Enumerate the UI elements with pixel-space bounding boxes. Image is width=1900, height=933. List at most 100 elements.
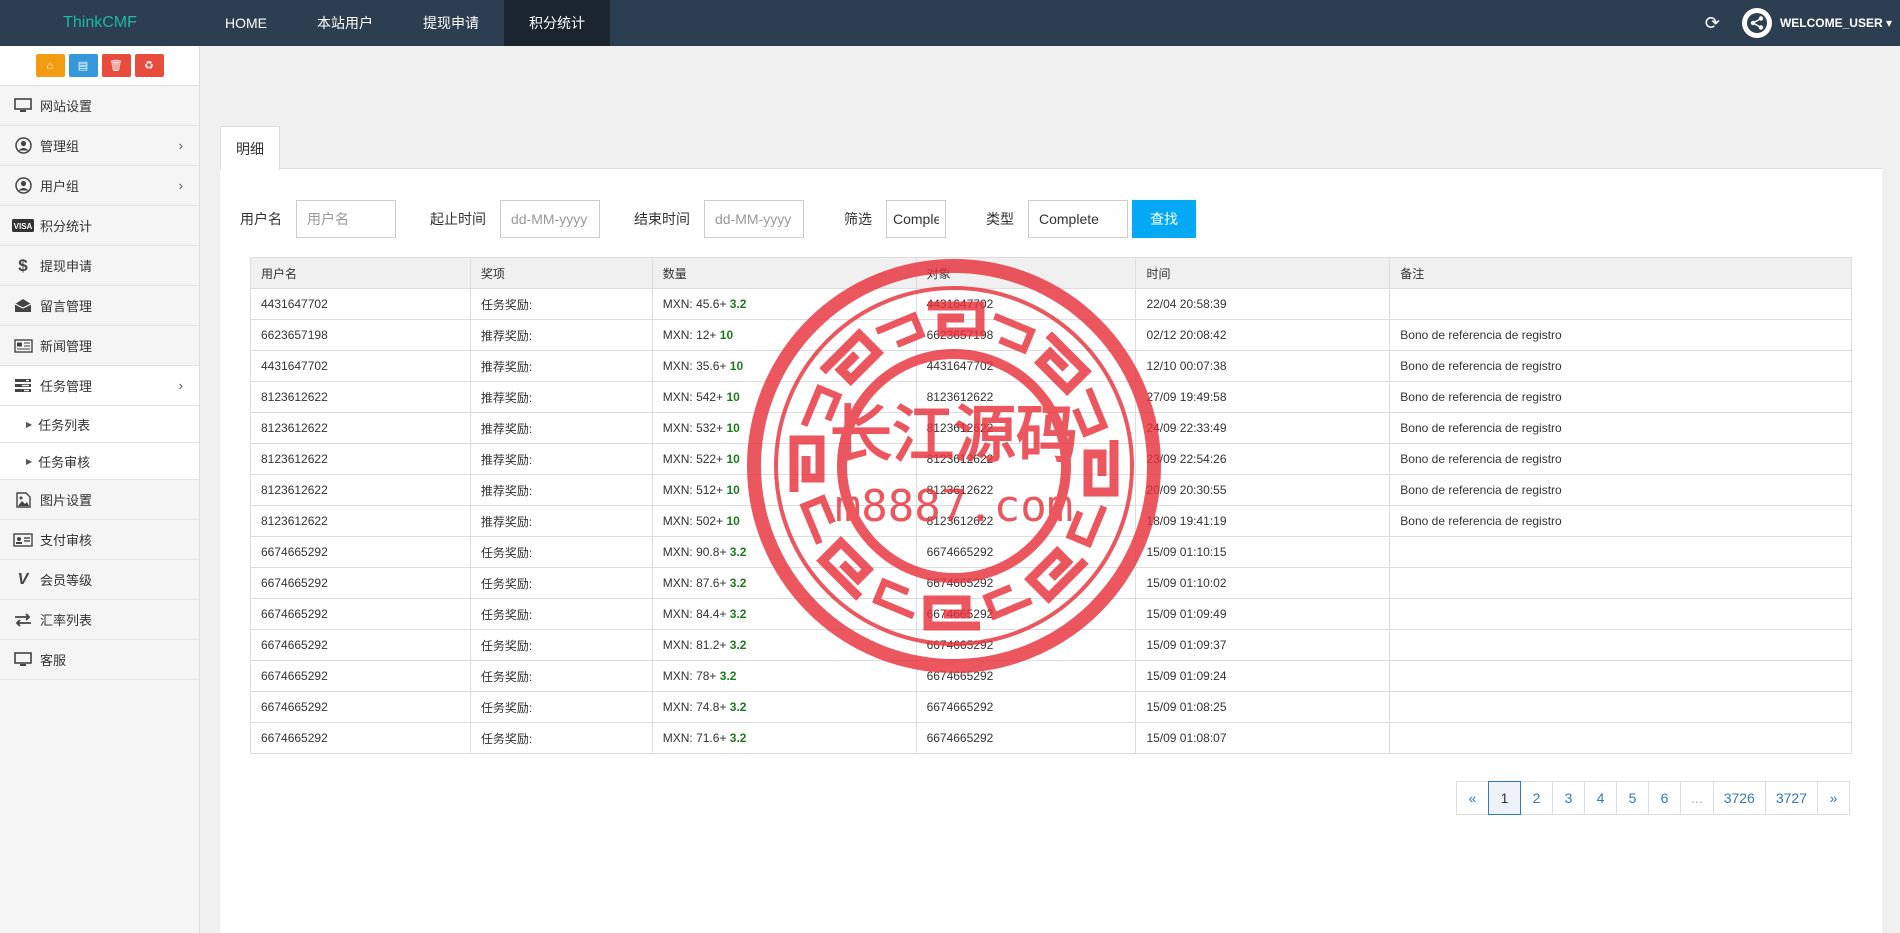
cell-amount: MXN: 71.6+ 3.2 <box>651 722 917 754</box>
amount-bonus: 3.2 <box>729 638 747 652</box>
search-button[interactable]: 查找 <box>1132 200 1196 238</box>
sidebar-subitem-task-review[interactable]: ▶ 任务审核 <box>0 443 199 480</box>
cell-target: 8123612622 <box>915 505 1137 537</box>
sidebar-subitem-task-list[interactable]: ▶ 任务列表 <box>0 406 199 443</box>
cell-amount: MXN: 78+ 3.2 <box>651 660 917 692</box>
cell-reward: 任务奖励: <box>469 288 653 320</box>
user-menu[interactable]: WELCOME_USER ▾ <box>1780 16 1892 30</box>
column-header[interactable]: 用户名 <box>250 257 471 289</box>
nav-points-stats[interactable]: 积分统计 <box>504 0 610 46</box>
amount-base: MXN: 502+ <box>662 514 724 528</box>
page-button[interactable]: 1 <box>1488 781 1522 815</box>
file-shortcut-button[interactable]: ▤ <box>68 54 98 77</box>
nav-site-users[interactable]: 本站用户 <box>292 0 398 46</box>
cell-amount: MXN: 502+ 10 <box>651 505 917 537</box>
page-button[interactable]: 5 <box>1616 781 1650 815</box>
column-header[interactable]: 数量 <box>651 257 917 289</box>
filter-select[interactable] <box>886 200 946 238</box>
cell-time: 24/09 22:33:49 <box>1135 412 1391 444</box>
sidebar-item-task-management[interactable]: 任务管理 › <box>0 366 199 406</box>
cell-username: 8123612622 <box>250 412 471 444</box>
home-shortcut-button[interactable]: ⌂ <box>35 54 65 77</box>
column-header[interactable]: 时间 <box>1135 257 1391 289</box>
table-row: 6674665292 任务奖励: MXN: 71.6+ 3.2 6674665292 1… <box>250 722 1852 754</box>
column-header[interactable]: 对象 <box>915 257 1137 289</box>
cell-target: 6623657198 <box>915 319 1137 351</box>
cell-username: 6674665292 <box>250 629 471 661</box>
page-ellipsis: ... <box>1680 781 1714 815</box>
page-button[interactable]: 3 <box>1552 781 1586 815</box>
amount-base: MXN: 522+ <box>662 452 724 466</box>
recycle-icon: ♻ <box>144 60 154 72</box>
refresh-icon[interactable]: ⟳ <box>1705 13 1720 34</box>
welcome-label: WELCOME_USER <box>1779 16 1883 30</box>
sidebar-item-exchange-rates[interactable]: 汇率列表 <box>0 600 199 640</box>
chevron-right-icon: › <box>178 178 183 193</box>
cell-time: 02/12 20:08:42 <box>1135 319 1391 351</box>
cell-target: 8123612622 <box>915 381 1137 413</box>
column-header[interactable]: 奖项 <box>469 257 653 289</box>
cell-reward: 任务奖励: <box>469 598 653 630</box>
nav-home[interactable]: HOME <box>200 0 292 46</box>
sidebar-item-points-stats[interactable]: VISA 积分统计 <box>0 206 199 246</box>
avatar[interactable] <box>1741 8 1772 38</box>
page-button[interactable]: 2 <box>1520 781 1554 815</box>
start-time-label: 起止时间 <box>430 211 486 227</box>
sidebar-item-news[interactable]: 新闻管理 <box>0 326 199 366</box>
next-page-button[interactable]: » <box>1817 781 1850 815</box>
sidebar-item-label: 会员等级 <box>40 573 93 588</box>
main-nav: HOME 本站用户 提现申请 积分统计 <box>200 0 610 46</box>
nav-withdraw-requests[interactable]: 提现申请 <box>398 0 504 46</box>
recycle-shortcut-button[interactable]: ♻ <box>134 54 164 77</box>
page-button[interactable]: 3727 <box>1764 781 1818 815</box>
trash-icon: 🗑 <box>109 60 123 72</box>
sidebar-item-label: 管理组 <box>40 139 80 154</box>
table-row: 8123612622 推荐奖励: MXN: 522+ 10 8123612622 23/… <box>250 443 1852 475</box>
sidebar-item-user-group[interactable]: 用户组 › <box>0 166 199 206</box>
tab-details[interactable]: 明细 <box>220 126 280 170</box>
cell-reward: 任务奖励: <box>469 629 653 661</box>
cell-reward: 推荐奖励: <box>469 319 653 351</box>
caret-right-icon: ▶ <box>26 456 33 466</box>
cell-time: 15/09 01:09:37 <box>1135 629 1391 661</box>
sidebar-item-label: 客服 <box>40 653 67 668</box>
table-header-row: 用户名 奖项 数量 对象 时间 备注 <box>250 257 1852 289</box>
amount-bonus: 10 <box>729 359 744 373</box>
cell-amount: MXN: 90.8+ 3.2 <box>651 536 917 568</box>
amount-bonus: 3.2 <box>729 576 747 590</box>
sidebar-item-site-settings[interactable]: 网站设置 <box>0 86 199 126</box>
cell-reward: 任务奖励: <box>469 536 653 568</box>
cell-reward: 推荐奖励: <box>469 381 653 413</box>
amount-bonus: 10 <box>719 328 734 342</box>
page-button[interactable]: 3726 <box>1712 781 1766 815</box>
vine-icon: V <box>17 570 29 588</box>
sidebar-item-customer-service[interactable]: 客服 <box>0 640 199 680</box>
sidebar-item-image-settings[interactable]: 图片设置 <box>0 480 199 520</box>
user-circle-icon <box>12 177 34 194</box>
sidebar-item-withdraw[interactable]: $ 提现申请 <box>0 246 199 286</box>
sidebar-item-label: 网站设置 <box>40 99 93 114</box>
column-header[interactable]: 备注 <box>1389 257 1852 289</box>
start-date-input[interactable] <box>500 200 600 238</box>
brand-logo[interactable]: ThinkCMF <box>0 0 200 46</box>
end-date-input[interactable] <box>704 200 804 238</box>
sidebar-item-messages[interactable]: 留言管理 <box>0 286 199 326</box>
sidebar-item-label: 新闻管理 <box>40 339 93 354</box>
type-select[interactable] <box>1028 200 1128 238</box>
page-button[interactable]: 6 <box>1648 781 1682 815</box>
table-row: 8123612622 推荐奖励: MXN: 512+ 10 8123612622 20/… <box>250 474 1852 506</box>
cell-reward: 任务奖励: <box>469 722 653 754</box>
username-input[interactable] <box>296 200 396 238</box>
cell-time: 22/04 20:58:39 <box>1135 288 1391 320</box>
share-nodes-icon <box>1746 13 1767 33</box>
trash-shortcut-button[interactable]: 🗑 <box>101 54 131 77</box>
end-time-label: 结束时间 <box>634 211 690 227</box>
cell-target: 6674665292 <box>915 691 1137 723</box>
cell-amount: MXN: 522+ 10 <box>651 443 917 475</box>
sidebar-item-payment-review[interactable]: 支付审核 <box>0 520 199 560</box>
amount-base: MXN: 35.6+ <box>662 359 727 373</box>
page-button[interactable]: 4 <box>1584 781 1618 815</box>
sidebar-item-admin-group[interactable]: 管理组 › <box>0 126 199 166</box>
prev-page-button[interactable]: « <box>1456 781 1490 815</box>
sidebar-item-member-level[interactable]: V 会员等级 <box>0 560 199 600</box>
